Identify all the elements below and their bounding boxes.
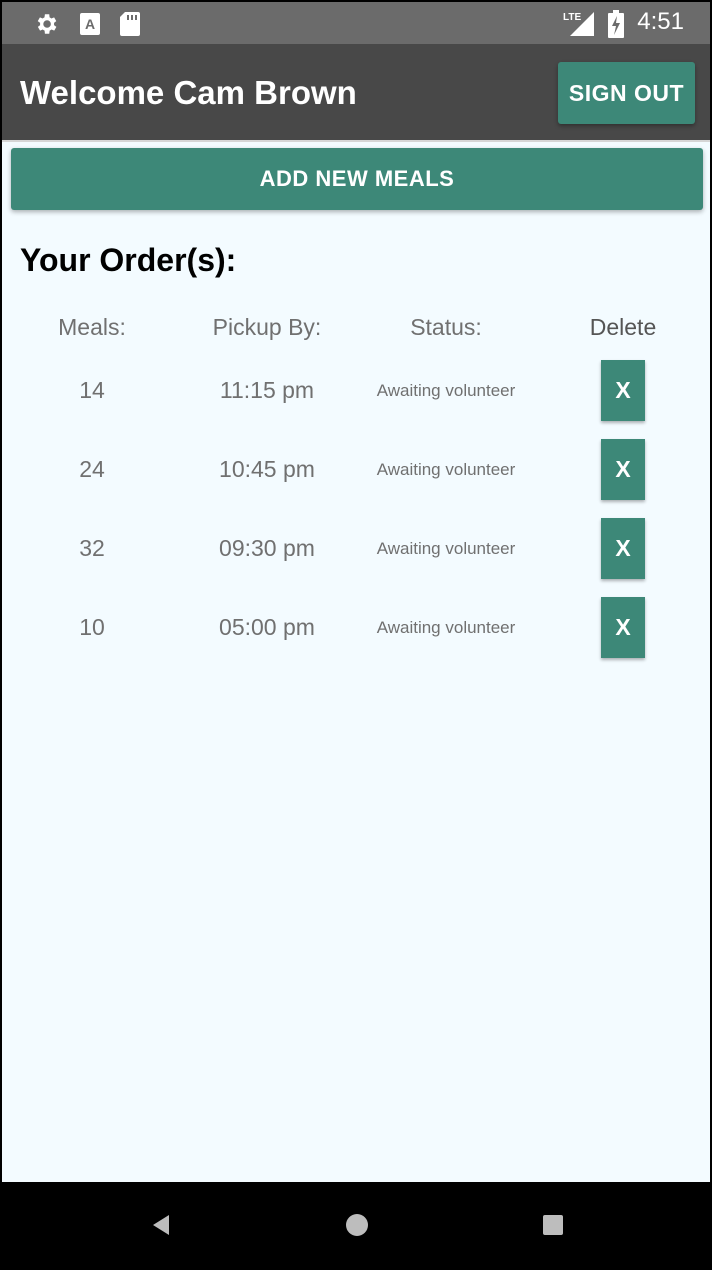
order-row: 10 05:00 pm Awaiting volunteer X [2,597,710,659]
header-meals: Meals: [58,314,126,340]
svg-text:LTE: LTE [563,12,581,23]
order-row: 14 11:15 pm Awaiting volunteer X [2,360,710,422]
settings-gear-icon [32,10,60,38]
back-triangle-icon[interactable] [146,1210,176,1240]
font-a-icon: A [76,10,104,38]
signal-icon: LTE [562,10,596,38]
order-pickup-time: 10:45 pm [219,456,315,482]
device-screen: A LTE 4:51 Welcome Cam Brown SIGN OUT AD… [2,2,710,1268]
delete-order-button[interactable]: X [601,597,645,658]
add-new-meals-button[interactable]: ADD NEW MEALS [11,148,703,210]
sign-out-button[interactable]: SIGN OUT [558,62,695,124]
delete-order-button[interactable]: X [601,360,645,421]
order-meals: 24 [79,456,105,482]
delete-order-button[interactable]: X [601,518,645,579]
svg-text:A: A [85,16,95,32]
recents-square-icon[interactable] [538,1210,568,1240]
order-meals: 32 [79,535,105,561]
order-status: Awaiting volunteer [376,618,516,637]
order-pickup-time: 09:30 pm [219,535,315,561]
order-meals: 14 [79,377,105,403]
app-bar: Welcome Cam Brown SIGN OUT [2,44,710,140]
order-meals: 10 [79,614,105,640]
header-pickup-by: Pickup By: [212,314,322,340]
header-status: Status: [410,314,482,340]
welcome-title: Welcome Cam Brown [20,74,357,111]
clock-time: 4:51 [637,8,684,35]
delete-order-button[interactable]: X [601,439,645,500]
order-status: Awaiting volunteer [376,381,516,400]
status-bar: A LTE 4:51 [2,2,710,44]
order-pickup-time: 05:00 pm [219,614,315,640]
order-row: 24 10:45 pm Awaiting volunteer X [2,439,710,501]
orders-heading: Your Order(s): [20,242,237,278]
sd-card-icon [116,10,144,38]
app-bar-divider [2,140,710,142]
order-status: Awaiting volunteer [376,460,516,479]
order-pickup-time: 11:15 pm [219,377,315,403]
home-circle-icon[interactable] [342,1210,372,1240]
navigation-bar [2,1182,710,1268]
order-row: 32 09:30 pm Awaiting volunteer X [2,518,710,580]
order-status: Awaiting volunteer [376,539,516,558]
battery-charging-icon [605,10,627,38]
header-delete: Delete [589,314,657,340]
